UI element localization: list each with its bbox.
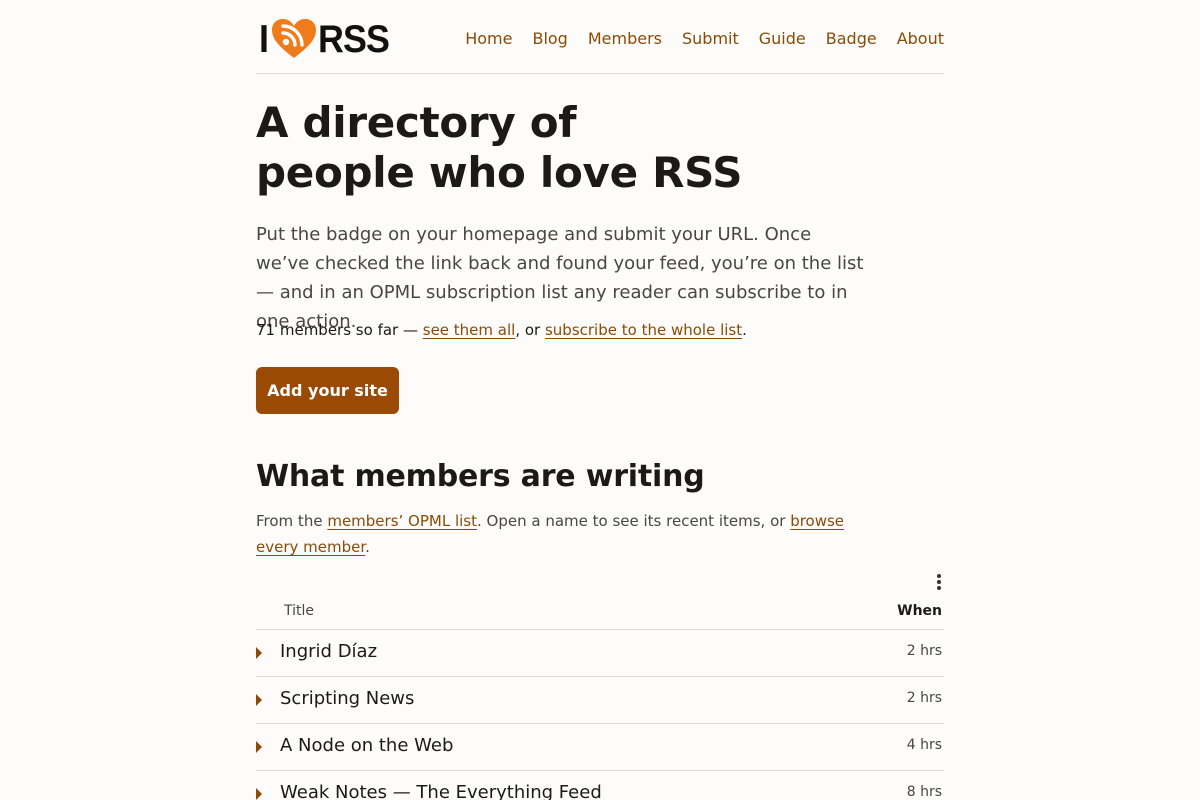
expand-caret-icon[interactable]	[256, 694, 262, 706]
row-title: A Node on the Web	[280, 735, 454, 756]
row-when: 8 hrs	[906, 784, 942, 800]
nav-members[interactable]: Members	[588, 28, 662, 50]
member-count-line: 71 members so far — see them all, or sub…	[256, 318, 747, 342]
expand-caret-icon[interactable]	[256, 788, 262, 800]
page-title-line-2: people who love RSS	[256, 148, 743, 197]
nav-home[interactable]: Home	[465, 28, 512, 50]
expand-caret-icon[interactable]	[256, 741, 262, 753]
page-title-line-1: A directory of	[256, 98, 577, 147]
row-title: Ingrid Díaz	[280, 641, 378, 662]
row-title: Scripting News	[280, 688, 415, 709]
feed-table-header: Title When	[256, 598, 944, 630]
expand-caret-icon[interactable]	[256, 647, 262, 659]
column-header-when[interactable]: When	[897, 603, 942, 619]
section-title: What members are writing	[256, 459, 705, 494]
logo-rss-text: RSS	[317, 17, 390, 61]
member-count-text: 71 members so far —	[256, 321, 423, 339]
table-row[interactable]: Ingrid Díaz 2 hrs	[256, 630, 944, 677]
nav-submit[interactable]: Submit	[682, 28, 739, 50]
section-description: From the members’ OPML list. Open a name…	[256, 508, 856, 560]
add-your-site-button[interactable]: Add your site	[256, 367, 399, 414]
opml-list-link[interactable]: members’ OPML list	[327, 512, 477, 530]
nav-about[interactable]: About	[897, 28, 944, 50]
main-nav: Home Blog Members Submit Guide Badge Abo…	[445, 28, 944, 50]
row-when: 4 hrs	[906, 737, 942, 753]
site-logo[interactable]: I RSS	[259, 18, 395, 60]
table-row[interactable]: A Node on the Web 4 hrs	[256, 724, 944, 771]
subscribe-list-link[interactable]: subscribe to the whole list	[545, 321, 742, 339]
nav-blog[interactable]: Blog	[532, 28, 567, 50]
table-row[interactable]: Scripting News 2 hrs	[256, 677, 944, 724]
desc-middle: . Open a name to see its recent items, o…	[477, 512, 791, 530]
count-separator: , or	[515, 321, 545, 339]
heart-rss-icon	[271, 19, 316, 58]
see-all-members-link[interactable]: see them all	[423, 321, 516, 339]
row-when: 2 hrs	[906, 643, 942, 659]
row-title: Weak Notes — The Everything Feed	[280, 782, 602, 800]
nav-badge[interactable]: Badge	[826, 28, 877, 50]
column-header-title[interactable]: Title	[284, 603, 314, 619]
logo-i-letter: I	[259, 17, 269, 61]
page-title: A directory of people who love RSS	[256, 98, 742, 198]
feed-table: Title When Ingrid Díaz 2 hrs Scripting N…	[256, 598, 944, 800]
page: I RSS Home Blog Members Submit Guide Bad…	[256, 0, 944, 800]
count-suffix: .	[742, 321, 747, 339]
more-vertical-icon[interactable]	[934, 572, 944, 592]
desc-suffix: .	[365, 538, 370, 556]
desc-prefix: From the	[256, 512, 328, 530]
nav-guide[interactable]: Guide	[759, 28, 806, 50]
site-header: I RSS Home Blog Members Submit Guide Bad…	[256, 0, 944, 74]
row-when: 2 hrs	[906, 690, 942, 706]
table-row[interactable]: Weak Notes — The Everything Feed 8 hrs	[256, 771, 944, 800]
